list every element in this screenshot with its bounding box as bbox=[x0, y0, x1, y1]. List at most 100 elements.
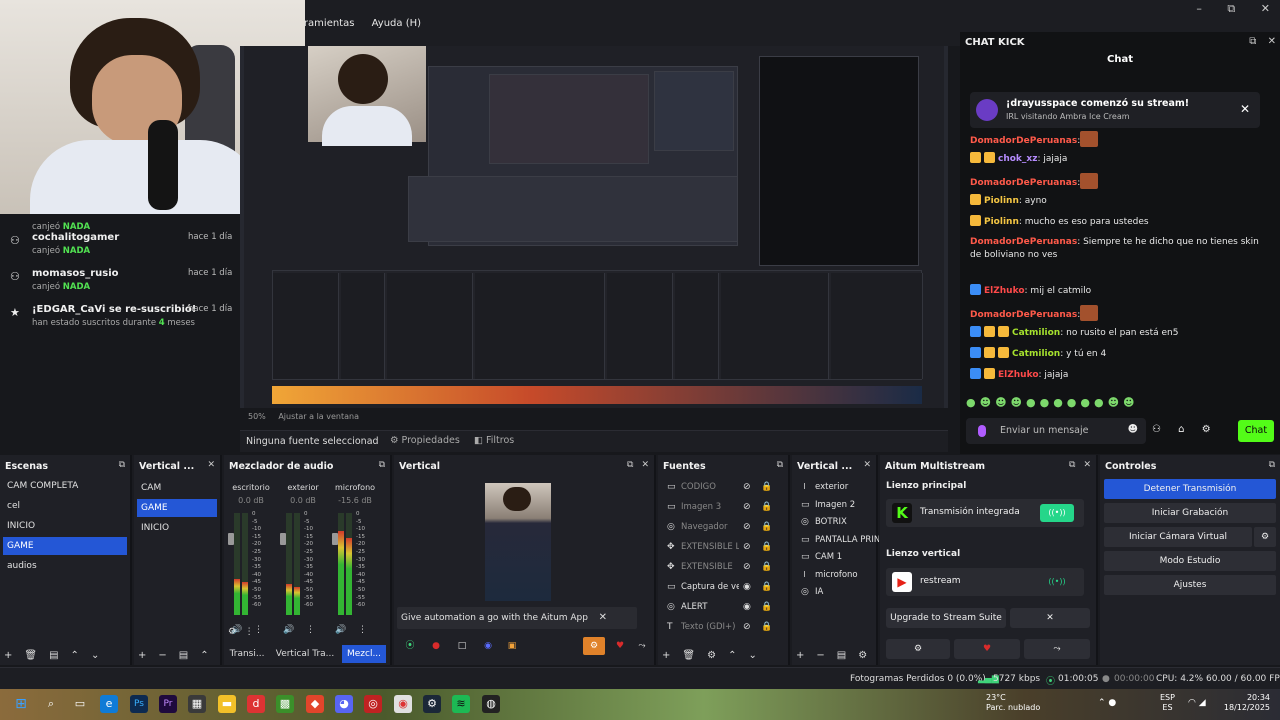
emote-bar[interactable]: ●☻☻☻●●●●●●☻☻ bbox=[966, 396, 1139, 409]
minimize-icon[interactable]: – bbox=[1196, 2, 1202, 15]
edge-icon[interactable]: e bbox=[100, 695, 118, 713]
discord-icon[interactable]: ◕ bbox=[335, 695, 353, 713]
speaker-icon[interactable]: 🔊 bbox=[283, 625, 294, 635]
eye-hidden-icon[interactable]: ⊘ bbox=[743, 477, 751, 497]
undock-icon[interactable]: ⧉ bbox=[627, 460, 633, 470]
replay-icon[interactable]: ▣ bbox=[501, 637, 523, 655]
eye-hidden-icon[interactable]: ⊘ bbox=[743, 497, 751, 517]
eye-icon[interactable]: ◉ bbox=[743, 597, 751, 617]
menu-item-tools[interactable]: rramientas bbox=[300, 18, 354, 29]
network-volume-icons[interactable]: ◠ ◢ bbox=[1188, 698, 1206, 708]
vertical-scene-item-selected[interactable]: GAME bbox=[137, 499, 217, 517]
stop-stream-button[interactable]: Detener Transmisión bbox=[1104, 479, 1276, 499]
lock-icon[interactable]: 🔒 bbox=[761, 497, 772, 517]
chat-username[interactable]: DomadorDePeruanas bbox=[970, 136, 1077, 146]
more-icon[interactable]: ⋮ bbox=[254, 625, 263, 635]
remove-icon[interactable]: − bbox=[158, 650, 166, 661]
undock-icon[interactable]: ⧉ bbox=[119, 460, 125, 470]
lock-icon[interactable]: 🔒 bbox=[761, 517, 772, 537]
more-icon[interactable]: ⋮ bbox=[306, 625, 315, 635]
mixer-settings-icon[interactable]: ⚙ bbox=[228, 627, 236, 637]
chevron-up-icon[interactable]: ⌃ bbox=[1098, 698, 1106, 708]
weather-widget[interactable]: 23°C Parc. nublado bbox=[986, 693, 1040, 713]
config-icon[interactable]: ▤ bbox=[49, 650, 58, 661]
stream-icon[interactable]: ⦿ bbox=[399, 637, 421, 655]
search-icon[interactable]: ⌕ bbox=[42, 695, 60, 713]
eye-hidden-icon[interactable]: ⊘ bbox=[743, 557, 751, 577]
vertical-source-item[interactable]: ◎ IA bbox=[795, 582, 875, 602]
obs-icon[interactable]: ◍ bbox=[482, 695, 500, 713]
clock[interactable]: 20:34 18/12/2025 bbox=[1222, 693, 1270, 713]
undock-icon[interactable]: ⧉ bbox=[1069, 460, 1075, 470]
undock-icon[interactable]: ⧉ bbox=[379, 460, 385, 470]
vertical-scene-item[interactable]: CAM bbox=[137, 479, 217, 497]
close-icon[interactable]: ✕ bbox=[599, 612, 607, 623]
source-item[interactable]: ◎ Navegador ⊘ 🔒 bbox=[661, 517, 777, 537]
close-icon[interactable]: ✕ bbox=[1261, 2, 1270, 15]
volume-fader[interactable] bbox=[228, 533, 234, 545]
gear-icon[interactable]: ⚙ bbox=[858, 650, 867, 661]
share-icon[interactable]: ⤳ bbox=[1024, 639, 1090, 659]
chat-username[interactable]: chok_xz bbox=[998, 154, 1037, 164]
capcut-icon[interactable]: d bbox=[247, 695, 265, 713]
up-icon[interactable]: ⌃ bbox=[200, 650, 208, 661]
chat-username[interactable]: DomadorDePeruanas bbox=[970, 237, 1077, 247]
lock-icon[interactable]: 🔒 bbox=[761, 597, 772, 617]
add-icon[interactable]: + bbox=[796, 650, 804, 661]
volume-fader[interactable] bbox=[280, 533, 286, 545]
scene-item[interactable]: CAM COMPLETA bbox=[3, 477, 127, 495]
add-icon[interactable]: + bbox=[138, 650, 146, 661]
settings-icon[interactable]: ⚙ bbox=[1202, 424, 1211, 435]
chrome-icon[interactable]: ◉ bbox=[394, 695, 412, 713]
up-icon[interactable]: ⌃ bbox=[728, 650, 736, 661]
spotify-icon[interactable]: ≋ bbox=[452, 695, 470, 713]
studio-mode-button[interactable]: Modo Estudio bbox=[1104, 551, 1276, 571]
store-icon[interactable]: ▦ bbox=[188, 695, 206, 713]
close-icon[interactable]: ✕ bbox=[1240, 102, 1250, 116]
windows-start-icon[interactable]: ⊞ bbox=[12, 695, 30, 713]
chat-input[interactable]: Enviar un mensaje ☻ bbox=[966, 418, 1146, 444]
close-icon[interactable]: ✕ bbox=[1083, 460, 1091, 470]
delete-icon[interactable]: 🗑 bbox=[24, 650, 37, 661]
start-recording-button[interactable]: Iniciar Grabación bbox=[1104, 503, 1276, 523]
fit-mode[interactable]: Ajustar a la ventana bbox=[278, 412, 359, 421]
chat-username[interactable]: DomadorDePeruanas bbox=[970, 178, 1077, 188]
lock-icon[interactable]: 🔒 bbox=[761, 477, 772, 497]
scene-item[interactable]: cel bbox=[3, 497, 127, 515]
config-icon[interactable]: ▤ bbox=[837, 650, 846, 661]
gear-icon[interactable]: ⚙ bbox=[707, 650, 716, 661]
record-icon[interactable]: ● bbox=[425, 637, 447, 655]
maximize-icon[interactable]: ⧉ bbox=[1227, 2, 1235, 15]
explorer-icon[interactable]: ▬ bbox=[218, 695, 236, 713]
tab-vertical-transitions[interactable]: Vertical Tra... bbox=[272, 645, 338, 663]
scene-item[interactable]: audios bbox=[3, 557, 127, 575]
source-item[interactable]: T Texto (GDI+) ⊘ 🔒 bbox=[661, 617, 777, 637]
users-icon[interactable]: ⚇ bbox=[1152, 424, 1161, 435]
lock-icon[interactable]: 🔒 bbox=[761, 617, 772, 637]
source-item[interactable]: ▭ CODIGO ⊘ 🔒 bbox=[661, 477, 777, 497]
properties-button[interactable]: ⚙ Propiedades bbox=[390, 435, 460, 446]
stop-icon[interactable]: □ bbox=[451, 637, 473, 655]
filters-button[interactable]: ◧ Filtros bbox=[474, 435, 514, 446]
close-icon[interactable]: ✕ bbox=[641, 460, 649, 470]
program-preview[interactable] bbox=[240, 46, 948, 408]
minecraft-icon[interactable]: ▩ bbox=[276, 695, 294, 713]
eye-icon[interactable]: ◉ bbox=[743, 577, 751, 597]
config-icon[interactable]: ▤ bbox=[179, 650, 188, 661]
emoji-icon[interactable]: ☻ bbox=[1128, 424, 1138, 435]
source-item[interactable]: ✥ EXTENSIBLE ⊘ 🔒 bbox=[661, 557, 777, 577]
zoom-level[interactable]: 50% bbox=[248, 412, 266, 421]
microphone-icon[interactable] bbox=[978, 425, 986, 437]
virtualcam-icon[interactable]: ◉ bbox=[477, 637, 499, 655]
eye-hidden-icon[interactable]: ⊘ bbox=[743, 617, 751, 637]
add-icon[interactable]: + bbox=[662, 650, 670, 661]
source-item[interactable]: ✥EXTENSIBLE LE⊘🔒 bbox=[661, 537, 777, 557]
heart-icon[interactable]: ♥ bbox=[954, 639, 1020, 659]
chat-username[interactable]: Piolinn bbox=[984, 196, 1019, 206]
delete-icon[interactable]: 🗑 bbox=[682, 650, 695, 661]
dismiss-button[interactable]: ✕ bbox=[1010, 608, 1090, 628]
premiere-icon[interactable]: Pr bbox=[159, 695, 177, 713]
upgrade-stream-suite-button[interactable]: Upgrade to Stream Suite bbox=[886, 608, 1006, 628]
source-item[interactable]: ▭Captura de ven◉🔒 bbox=[661, 577, 777, 597]
tab-transitions[interactable]: Transi... bbox=[226, 645, 268, 663]
